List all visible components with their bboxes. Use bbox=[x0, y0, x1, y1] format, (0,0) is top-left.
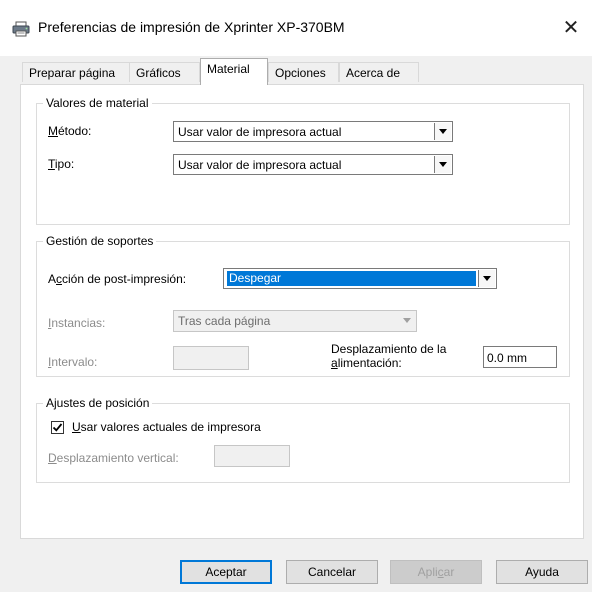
tab-label: Preparar página bbox=[29, 66, 116, 80]
use-current-mnemonic: U bbox=[72, 420, 81, 434]
vertical-offset-mnemonic: D bbox=[48, 451, 57, 465]
method-select[interactable]: Usar valor de impresora actual bbox=[173, 121, 453, 142]
use-current-values-checkbox[interactable] bbox=[51, 421, 64, 434]
close-icon: ✕ bbox=[562, 17, 580, 39]
post-action-label: Acción de post-impresión: bbox=[48, 272, 186, 286]
tab-opciones[interactable]: Opciones bbox=[268, 62, 339, 82]
apply-label-post: ar bbox=[443, 565, 455, 579]
apply-label-pre: Apli bbox=[417, 565, 438, 579]
method-value: Usar valor de impresora actual bbox=[178, 125, 342, 139]
vertical-offset-input[interactable] bbox=[214, 445, 290, 467]
feed-offset-label-line1: Desplazamiento de la bbox=[331, 342, 447, 356]
instances-label: Instancias: bbox=[48, 316, 105, 330]
method-mnemonic: M bbox=[48, 124, 58, 138]
tab-strip: Preparar página Gráficos Material Opcion… bbox=[0, 56, 592, 85]
post-action-value: Despegar bbox=[227, 271, 476, 286]
instances-value: Tras cada página bbox=[178, 314, 271, 328]
type-value: Usar valor de impresora actual bbox=[178, 158, 342, 172]
chevron-down-icon bbox=[434, 156, 451, 173]
tab-preparar-pagina[interactable]: Preparar página bbox=[22, 62, 130, 82]
post-action-select[interactable]: Despegar bbox=[223, 268, 497, 289]
tab-acerca-de[interactable]: Acerca de bbox=[339, 62, 419, 82]
type-label: Tipo: bbox=[48, 157, 74, 171]
post-action-label-text: ción de post-impresión: bbox=[62, 272, 187, 286]
vertical-offset-label: Desplazamiento vertical: bbox=[48, 451, 179, 465]
feed-offset-mnemonic: a bbox=[331, 356, 338, 370]
chevron-down-icon bbox=[478, 270, 495, 287]
type-select[interactable]: Usar valor de impresora actual bbox=[173, 154, 453, 175]
tab-label: Acerca de bbox=[346, 66, 401, 80]
chevron-down-icon bbox=[434, 123, 451, 140]
feed-offset-label-line2: limentación: bbox=[337, 356, 402, 370]
checkmark-icon bbox=[52, 423, 63, 432]
use-current-values-label[interactable]: Usar valores actuales de impresora bbox=[72, 420, 261, 434]
window-title: Preferencias de impresión de Xprinter XP… bbox=[38, 19, 345, 35]
type-label-text: ipo: bbox=[54, 157, 75, 171]
tab-label: Opciones bbox=[275, 66, 326, 80]
feed-offset-input[interactable]: 0.0 mm bbox=[483, 346, 557, 368]
group-title: Gestión de soportes bbox=[43, 234, 157, 248]
tab-graficos[interactable]: Gráficos bbox=[129, 62, 200, 82]
close-button[interactable]: ✕ bbox=[556, 14, 586, 44]
interval-input[interactable] bbox=[173, 346, 249, 370]
interval-label: Intervalo: bbox=[48, 355, 97, 369]
type-mnemonic: T bbox=[48, 157, 55, 171]
interval-label-text: ntervalo: bbox=[51, 355, 98, 369]
post-action-label-pre: A bbox=[48, 272, 57, 286]
help-button[interactable]: Ayuda bbox=[496, 560, 588, 584]
chevron-down-icon bbox=[399, 312, 415, 329]
apply-button[interactable]: Aplicar bbox=[390, 560, 482, 584]
printer-icon bbox=[12, 21, 30, 37]
title-bar: Preferencias de impresión de Xprinter XP… bbox=[0, 0, 592, 56]
group-title: Valores de material bbox=[43, 96, 152, 110]
method-label-text: étodo: bbox=[58, 124, 92, 138]
instances-label-text: nstancias: bbox=[51, 316, 106, 330]
method-label: Método: bbox=[48, 124, 91, 138]
instances-select[interactable]: Tras cada página bbox=[173, 310, 417, 332]
tab-label: Gráficos bbox=[136, 66, 181, 80]
tab-label: Material bbox=[207, 62, 250, 76]
vertical-offset-label-text: esplazamiento vertical: bbox=[56, 451, 179, 465]
use-current-label-text: sar valores actuales de impresora bbox=[80, 420, 261, 434]
feed-offset-label: Desplazamiento de la alimentación: bbox=[331, 342, 446, 370]
tab-panel-material: Valores de material Método: Usar valor d… bbox=[20, 84, 584, 539]
print-preferences-dialog: Preferencias de impresión de Xprinter XP… bbox=[0, 0, 592, 592]
cancel-button[interactable]: Cancelar bbox=[286, 560, 378, 584]
ok-button[interactable]: Aceptar bbox=[180, 560, 272, 584]
group-title: Ajustes de posición bbox=[43, 396, 153, 410]
feed-offset-value: 0.0 mm bbox=[487, 351, 528, 365]
group-position-settings: Ajustes de posición bbox=[36, 396, 570, 483]
tab-material[interactable]: Material bbox=[200, 58, 268, 85]
